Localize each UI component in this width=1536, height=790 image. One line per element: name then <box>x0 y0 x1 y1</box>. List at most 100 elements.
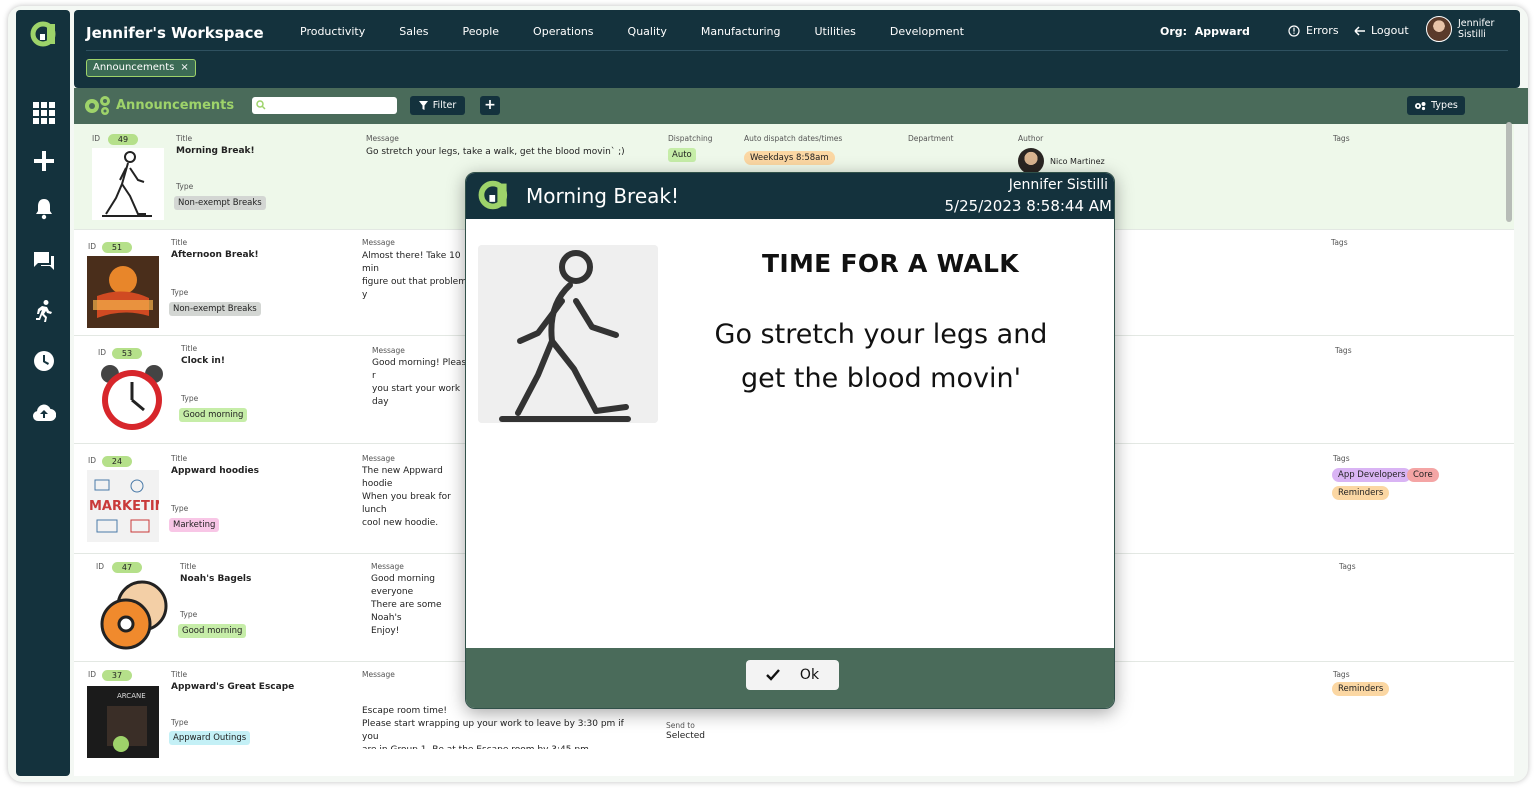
nav-operations[interactable]: Operations <box>533 25 593 38</box>
appward-logo <box>478 180 508 210</box>
id-badge: 37 <box>102 670 132 681</box>
tag-app-developers[interactable]: App Developers <box>1332 468 1412 482</box>
id-label: ID <box>92 134 100 143</box>
modal-heading: TIME FOR A WALK <box>762 249 1019 278</box>
add-announcement-button[interactable]: + <box>480 96 500 115</box>
logout-button[interactable]: Logout <box>1354 24 1409 37</box>
gears-small-icon <box>1415 101 1426 110</box>
message-label: Message <box>362 670 395 679</box>
row-message: Escape room time! Please start wrapping … <box>362 706 624 749</box>
title-label: Title <box>171 670 188 679</box>
id-badge: 49 <box>108 134 138 145</box>
tags-label: Tags <box>1331 238 1348 247</box>
arrow-left-icon <box>1354 25 1365 36</box>
alert-circle-icon <box>1288 24 1300 37</box>
topbar-divider <box>86 50 1508 51</box>
modal-user: Jennifer Sistilli <box>1008 177 1108 193</box>
auto-dispatch-label: Auto dispatch dates/times <box>744 134 843 143</box>
tags-label: Tags <box>1335 346 1352 355</box>
tag-reminders[interactable]: Reminders <box>1332 682 1390 696</box>
row-title: Appward hoodies <box>171 466 260 476</box>
svg-text:ARCANE: ARCANE <box>117 692 146 700</box>
nav-manufacturing[interactable]: Manufacturing <box>701 25 781 38</box>
alarm-clock-thumbnail <box>96 362 168 434</box>
id-label: ID <box>88 670 96 679</box>
row-title: Clock in! <box>181 356 225 366</box>
row-message: Good morning everyone There are some Noa… <box>371 574 442 636</box>
toolbar-title: Announcements <box>82 94 234 116</box>
nav-development[interactable]: Development <box>890 25 964 38</box>
open-tab-label: Announcements <box>93 62 175 73</box>
errors-button[interactable]: Errors <box>1288 24 1339 37</box>
tags-label: Tags <box>1333 454 1350 463</box>
row-title: Appward's Great Escape <box>171 682 295 692</box>
org-label: Org: <box>1160 25 1188 38</box>
row-message: Go stretch your legs, take a walk, get t… <box>366 147 625 157</box>
svg-text:MARKETING: MARKETING <box>89 499 159 514</box>
id-badge: 53 <box>112 348 142 359</box>
type-label: Type <box>181 394 199 403</box>
message-label: Message <box>362 454 395 463</box>
type-badge: Good morning <box>179 408 248 422</box>
author-label: Author <box>1018 134 1044 143</box>
tag-core[interactable]: Core <box>1407 468 1439 482</box>
announcements-toolbar: Announcements Filter + Types <box>74 88 1528 124</box>
tag-reminders[interactable]: Reminders <box>1332 486 1390 500</box>
id-label: ID <box>98 348 106 357</box>
tags-label: Tags <box>1333 134 1350 143</box>
types-button[interactable]: Types <box>1407 96 1465 115</box>
clock-icon[interactable] <box>31 348 57 374</box>
appward-logo[interactable] <box>30 20 58 48</box>
row-title: Morning Break! <box>176 146 255 156</box>
send-to-label: Send to <box>666 721 695 730</box>
nav-productivity[interactable]: Productivity <box>300 25 365 38</box>
filter-label: Filter <box>432 100 457 111</box>
message-label: Message <box>366 134 399 143</box>
nav-sales[interactable]: Sales <box>399 25 428 38</box>
modal-footer: Ok <box>466 648 1114 708</box>
user-menu[interactable]: Jennifer Sistilli <box>1426 16 1494 42</box>
walking-person-image <box>478 245 658 423</box>
nav-quality[interactable]: Quality <box>628 25 667 38</box>
auto-dispatch-badge: Weekdays 8:58am <box>744 151 835 165</box>
filter-button[interactable]: Filter <box>410 96 465 115</box>
type-label: Type <box>171 288 189 297</box>
nav-utilities[interactable]: Utilities <box>815 25 856 38</box>
running-person-icon[interactable] <box>31 298 57 324</box>
nav-people[interactable]: People <box>463 25 500 38</box>
author-avatar <box>1018 148 1044 174</box>
apps-grid-icon[interactable] <box>31 100 57 126</box>
list-scrollbar[interactable] <box>1506 122 1512 222</box>
department-label: Department <box>908 134 954 143</box>
gears-icon <box>85 96 110 115</box>
afternoon-delight-thumbnail <box>87 256 159 328</box>
tags-label: Tags <box>1333 670 1350 679</box>
type-label: Type <box>171 504 189 513</box>
main-nav: Productivity Sales People Operations Qua… <box>300 25 998 38</box>
ok-label: Ok <box>799 667 820 683</box>
row-message: The new Appward hoodie When you break fo… <box>362 466 451 528</box>
modal-datetime: 5/25/2023 8:58:44 AM <box>944 197 1112 215</box>
bell-icon[interactable] <box>31 196 57 222</box>
type-badge: Non-exempt Breaks <box>174 196 266 210</box>
title-label: Title <box>171 238 188 247</box>
workspace-title: Jennifer's Workspace <box>86 24 264 42</box>
open-tab-announcements[interactable]: Announcements × <box>86 59 196 77</box>
user-avatar <box>1426 16 1452 42</box>
type-badge: Non-exempt Breaks <box>169 302 261 316</box>
author-name: Nico Martinez <box>1050 157 1105 166</box>
checkmark-icon <box>766 669 780 681</box>
cloud-upload-icon[interactable] <box>31 400 57 426</box>
ok-button[interactable]: Ok <box>746 660 839 690</box>
type-label: Type <box>176 182 194 191</box>
chat-icon[interactable] <box>31 248 57 274</box>
dispatching-label: Dispatching <box>668 134 713 143</box>
close-tab-icon[interactable]: × <box>180 62 188 73</box>
user-last-name: Sistilli <box>1458 29 1486 40</box>
plus-icon[interactable] <box>31 148 57 174</box>
modal-body: Go stretch your legs and get the blood m… <box>714 319 1048 394</box>
bagels-thumbnail <box>96 578 168 650</box>
type-label: Type <box>171 718 189 727</box>
search-input[interactable] <box>252 97 397 114</box>
org-indicator[interactable]: Org: Appward <box>1160 25 1250 38</box>
